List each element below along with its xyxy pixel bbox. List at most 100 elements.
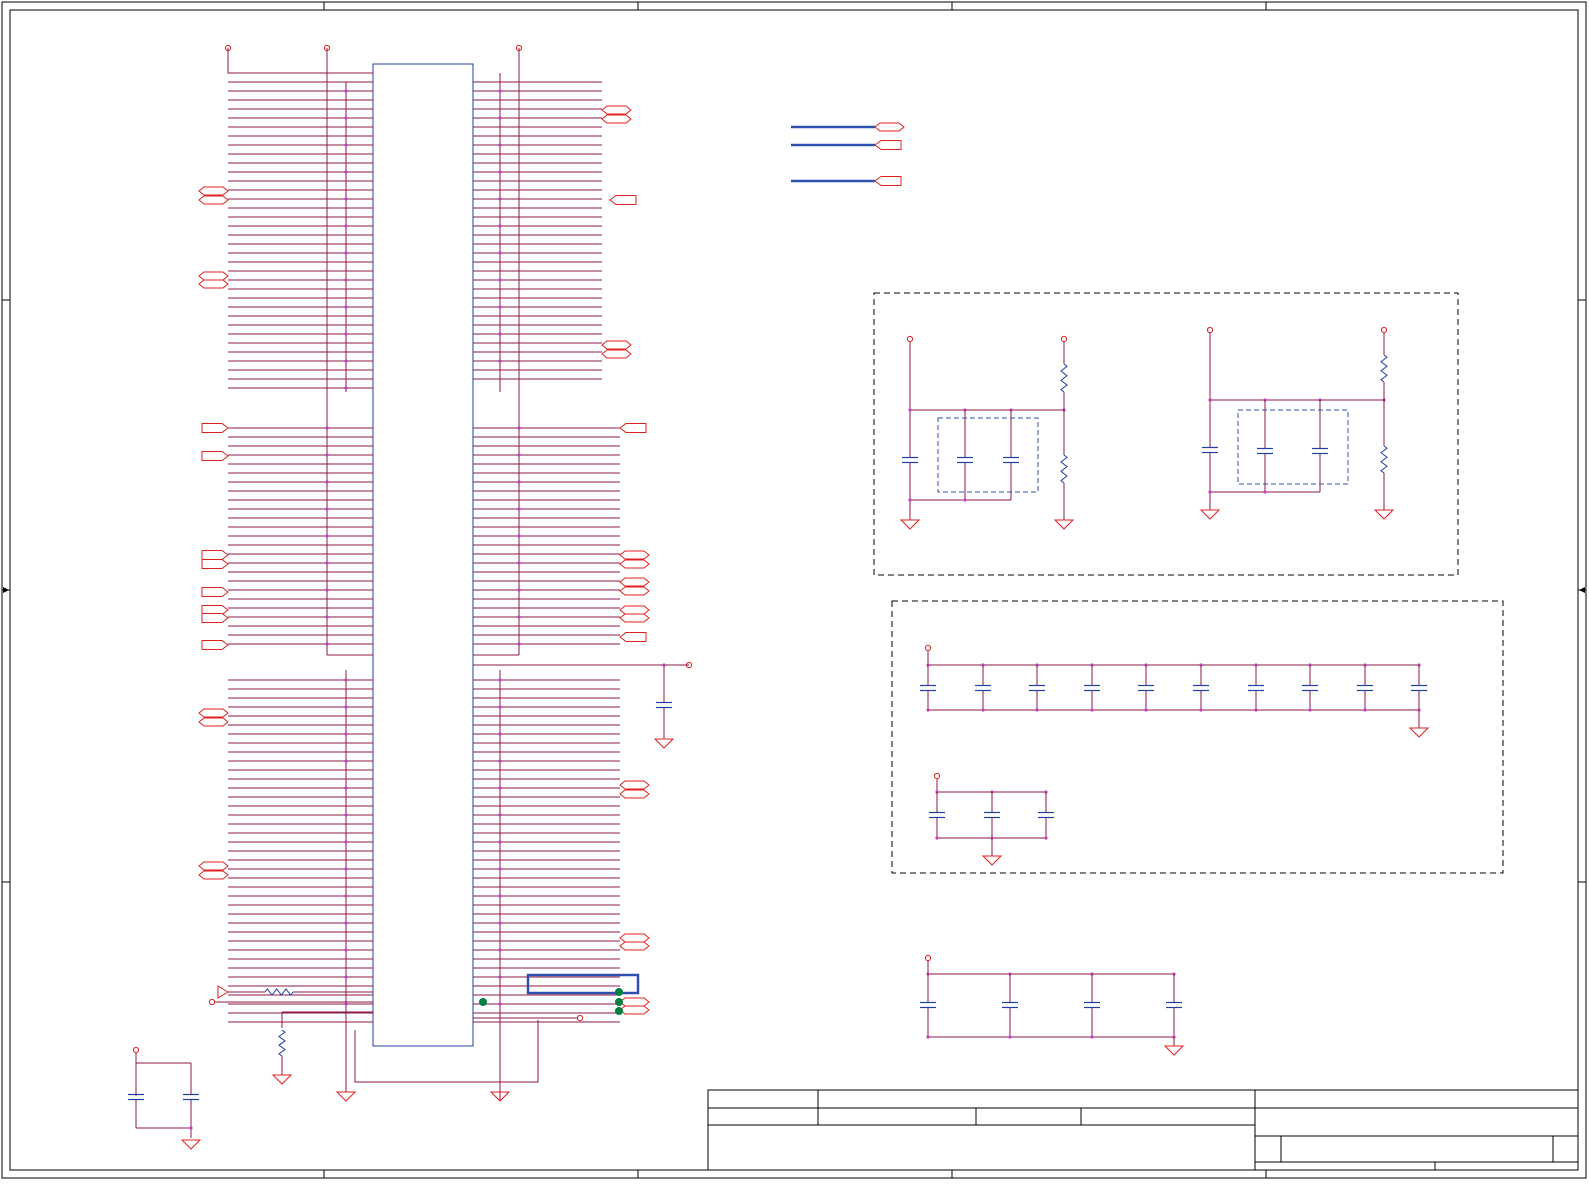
capacitor-symbol [975, 684, 991, 692]
power-circle-symbol [132, 1046, 140, 1054]
test-point-marker [615, 1007, 623, 1015]
offpage-connector-bidir [619, 577, 650, 587]
junction-dot [344, 224, 348, 228]
capacitor-symbol [1138, 684, 1154, 692]
ground-arrow-symbol [1408, 727, 1430, 738]
junction-dot [1363, 708, 1367, 712]
ground-arrow-symbol [1199, 509, 1221, 520]
capacitor-symbol [1084, 1001, 1100, 1009]
ground-arrow-symbol [271, 1074, 293, 1085]
junction-dot [344, 786, 348, 790]
power-circle-symbol [208, 998, 216, 1006]
resistor-symbol [1380, 445, 1388, 474]
test-point-marker [615, 988, 623, 996]
offpage-connector-bidir [198, 870, 229, 880]
capacitor-symbol [1257, 447, 1273, 455]
offpage-connector-bidir [601, 114, 632, 124]
offpage-connector-in [874, 176, 902, 186]
junction-dot [344, 840, 348, 844]
dashed-subregion [1237, 409, 1349, 485]
filter-divider-block [873, 292, 1459, 576]
power-circle-symbol [1380, 326, 1388, 334]
offpage-connector-bidir [619, 613, 650, 623]
junction-dot [344, 251, 348, 255]
power-circle-symbol [576, 1014, 584, 1022]
junction-dot [325, 534, 329, 538]
junction-dot [498, 170, 502, 174]
test-point-marker [615, 998, 623, 1006]
junction-dot [498, 143, 502, 147]
offpage-connector-bidir [619, 780, 650, 790]
resistor-symbol [1060, 363, 1068, 393]
offpage-connector-in [201, 640, 229, 650]
junction-dot [1263, 490, 1267, 494]
junction-dot [344, 170, 348, 174]
capacitor-symbol [1312, 447, 1328, 455]
junction-dot [498, 1002, 502, 1006]
capacitor-symbol [1193, 684, 1209, 692]
junction-dot [344, 678, 348, 682]
power-circle-symbol [906, 335, 914, 343]
resistor-zigzag [1380, 445, 1388, 474]
resistor-zigzag [264, 988, 294, 996]
junction-dot [344, 386, 348, 390]
capacitor-symbol [929, 811, 945, 819]
capacitor-symbol [1202, 446, 1218, 454]
ground-arrow-symbol [981, 855, 1003, 866]
offpage-connector-bidir [198, 861, 229, 871]
capacitor-symbol [1038, 811, 1054, 819]
junction-dot [517, 588, 521, 592]
capacitor-symbol [984, 811, 1000, 819]
junction-dot [498, 975, 502, 979]
junction-dot [517, 534, 521, 538]
wire [354, 1020, 539, 1083]
junction-dot [1090, 1035, 1094, 1039]
offpage-connector-bidir [198, 279, 229, 289]
wire [227, 48, 373, 74]
junction-dot [1090, 708, 1094, 712]
junction-dot [498, 813, 502, 817]
junction-dot [517, 615, 521, 619]
power-circle-symbol [1206, 326, 1214, 334]
junction-dot [325, 426, 329, 430]
junction-dot [498, 840, 502, 844]
junction-dot [344, 894, 348, 898]
power-circle-symbol [933, 772, 941, 780]
capacitor-symbol [1029, 684, 1045, 692]
offpage-connector-bidir [198, 271, 229, 281]
ground-arrow-symbol [1373, 509, 1395, 520]
offpage-connector-bidir [619, 789, 650, 799]
junction-dot [344, 278, 348, 282]
bus-net-lines [791, 122, 905, 186]
junction-dot [1208, 398, 1212, 402]
junction-dot [1254, 708, 1258, 712]
offpage-connector-bidir [601, 349, 632, 359]
offpage-connector-bidir [198, 186, 229, 196]
junction-dot [517, 480, 521, 484]
junction-dot [498, 786, 502, 790]
junction-dot [325, 453, 329, 457]
junction-dot [498, 278, 502, 282]
junction-dot [344, 732, 348, 736]
schematic-sheet [0, 0, 1589, 1180]
offpage-connector-in [619, 423, 647, 433]
junction-dot [344, 197, 348, 201]
junction-dot [1035, 708, 1039, 712]
decoupling-cap-block [891, 600, 1504, 874]
offpage-connector-in [201, 613, 229, 623]
offpage-connector-in [619, 632, 647, 642]
dashed-subregion [937, 417, 1039, 493]
schematic-canvas [1, 1, 1587, 1179]
main-ic-block [128, 44, 693, 1150]
resistor-zigzag [1060, 363, 1068, 393]
ground-arrow-symbol [180, 1139, 202, 1150]
junction-dot [935, 836, 939, 840]
junction-dot [1308, 708, 1312, 712]
offpage-connector-bidir [198, 717, 229, 727]
junction-dot [1044, 836, 1048, 840]
junction-dot [498, 867, 502, 871]
junction-dot [498, 359, 502, 363]
capacitor-symbol [1084, 684, 1100, 692]
junction-dot [1208, 490, 1212, 494]
junction-dot [498, 305, 502, 309]
